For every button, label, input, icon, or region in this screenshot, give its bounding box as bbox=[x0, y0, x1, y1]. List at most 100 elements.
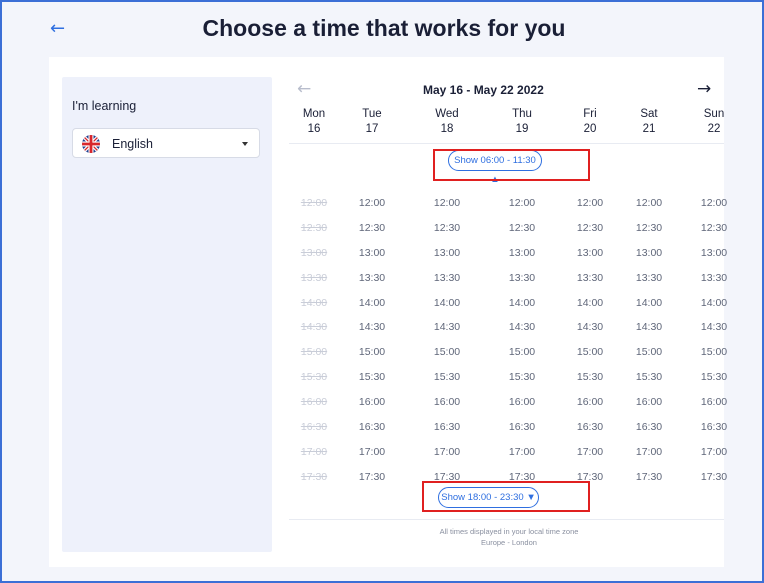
time-slot[interactable]: 17:00 bbox=[502, 440, 542, 465]
time-slot: 17:00 bbox=[300, 445, 328, 458]
time-slot[interactable]: 13:00 bbox=[427, 241, 467, 266]
time-slot[interactable]: 14:00 bbox=[502, 291, 542, 316]
time-slot[interactable]: 16:00 bbox=[694, 390, 734, 415]
day-column: 12:00 12:30 13:00 13:30 14:00 14:30 15:00 15:30… bbox=[352, 191, 392, 490]
chevron-down-icon bbox=[242, 142, 248, 146]
time-slot: 15:30 bbox=[300, 371, 328, 384]
time-slot[interactable]: 15:00 bbox=[352, 340, 392, 365]
time-slot[interactable]: 14:30 bbox=[502, 315, 542, 340]
time-slot[interactable]: 14:30 bbox=[427, 315, 467, 340]
time-slot[interactable]: 13:30 bbox=[570, 266, 610, 291]
previous-week-button[interactable]: ← bbox=[297, 79, 311, 99]
day-name: Wed bbox=[435, 108, 459, 120]
time-slot[interactable]: 15:30 bbox=[427, 365, 467, 390]
timezone-name: Europe - London bbox=[481, 538, 537, 547]
time-slot[interactable]: 16:30 bbox=[629, 415, 669, 440]
show-earlier-button[interactable]: Show 06:00 - 11:30 ▲ bbox=[448, 150, 542, 185]
time-slot[interactable]: 12:00 bbox=[352, 191, 392, 216]
time-slot[interactable]: 13:00 bbox=[352, 241, 392, 266]
time-slot[interactable]: 12:00 bbox=[694, 191, 734, 216]
time-slot[interactable]: 17:00 bbox=[570, 440, 610, 465]
learning-label: I'm learning bbox=[72, 99, 137, 113]
time-slot[interactable]: 15:00 bbox=[629, 340, 669, 365]
time-slot[interactable]: 17:00 bbox=[427, 440, 467, 465]
time-slot[interactable]: 12:30 bbox=[694, 216, 734, 241]
time-slot[interactable]: 16:30 bbox=[427, 415, 467, 440]
time-slot[interactable]: 12:30 bbox=[352, 216, 392, 241]
time-slot[interactable]: 14:00 bbox=[427, 291, 467, 316]
time-slot[interactable]: 13:30 bbox=[352, 266, 392, 291]
day-header: Tue 17 bbox=[352, 107, 392, 137]
time-slot[interactable]: 15:00 bbox=[502, 340, 542, 365]
time-slot[interactable]: 12:00 bbox=[427, 191, 467, 216]
time-slot[interactable]: 12:00 bbox=[570, 191, 610, 216]
time-slot: 16:00 bbox=[300, 396, 328, 409]
time-slot[interactable]: 15:00 bbox=[694, 340, 734, 365]
show-later-button[interactable]: Show 18:00 - 23:30 ▼ bbox=[438, 487, 539, 508]
time-slot[interactable]: 13:00 bbox=[629, 241, 669, 266]
time-slot[interactable]: 14:00 bbox=[570, 291, 610, 316]
time-slot[interactable]: 14:30 bbox=[629, 315, 669, 340]
time-slot[interactable]: 13:30 bbox=[502, 266, 542, 291]
sidebar: I'm learning English bbox=[62, 77, 272, 552]
time-slot[interactable]: 15:00 bbox=[427, 340, 467, 365]
time-slot[interactable]: 17:30 bbox=[502, 465, 542, 490]
time-slot[interactable]: 17:30 bbox=[629, 465, 669, 490]
day-date: 18 bbox=[440, 123, 454, 135]
time-slot[interactable]: 12:00 bbox=[629, 191, 669, 216]
time-slot[interactable]: 15:30 bbox=[352, 365, 392, 390]
time-slot[interactable]: 13:30 bbox=[694, 266, 734, 291]
time-slot[interactable]: 16:30 bbox=[570, 415, 610, 440]
day-column: 12:00 12:30 13:00 13:30 14:00 14:30 15:00 15:30… bbox=[570, 191, 610, 490]
page-title: Choose a time that works for you bbox=[202, 15, 566, 41]
time-slot[interactable]: 17:30 bbox=[427, 465, 467, 490]
time-slot[interactable]: 13:00 bbox=[694, 241, 734, 266]
day-name: Thu bbox=[512, 108, 532, 120]
time-slot[interactable]: 16:00 bbox=[502, 390, 542, 415]
language-value: English bbox=[112, 137, 153, 151]
time-slot[interactable]: 16:00 bbox=[427, 390, 467, 415]
language-select[interactable]: English bbox=[72, 128, 260, 158]
time-slot[interactable]: 13:30 bbox=[427, 266, 467, 291]
uk-flag-icon bbox=[82, 135, 100, 153]
time-slot[interactable]: 14:00 bbox=[694, 291, 734, 316]
time-slot[interactable]: 16:00 bbox=[352, 390, 392, 415]
time-slot[interactable]: 12:00 bbox=[502, 191, 542, 216]
time-slot[interactable]: 13:00 bbox=[570, 241, 610, 266]
time-slot: 14:30 bbox=[300, 321, 328, 334]
time-slot[interactable]: 12:30 bbox=[427, 216, 467, 241]
time-slot[interactable]: 17:30 bbox=[352, 465, 392, 490]
time-slot[interactable]: 17:30 bbox=[570, 465, 610, 490]
time-slot[interactable]: 17:30 bbox=[694, 465, 734, 490]
time-slot[interactable]: 14:00 bbox=[629, 291, 669, 316]
time-slot[interactable]: 14:30 bbox=[570, 315, 610, 340]
time-slot[interactable]: 14:30 bbox=[352, 315, 392, 340]
time-slot[interactable]: 17:00 bbox=[694, 440, 734, 465]
time-slot[interactable]: 16:00 bbox=[629, 390, 669, 415]
day-column: 12:00 12:30 13:00 13:30 14:00 14:30 15:00 15:30… bbox=[427, 191, 467, 490]
time-slot[interactable]: 16:30 bbox=[694, 415, 734, 440]
time-slot[interactable]: 15:30 bbox=[502, 365, 542, 390]
time-slot[interactable]: 14:00 bbox=[352, 291, 392, 316]
day-date: 21 bbox=[642, 123, 656, 135]
time-slot[interactable]: 13:30 bbox=[629, 266, 669, 291]
time-slot[interactable]: 15:30 bbox=[629, 365, 669, 390]
time-slot[interactable]: 12:30 bbox=[570, 216, 610, 241]
day-date: 19 bbox=[515, 123, 529, 135]
time-slot[interactable]: 15:30 bbox=[570, 365, 610, 390]
time-slot[interactable]: 15:00 bbox=[570, 340, 610, 365]
time-slot[interactable]: 15:30 bbox=[694, 365, 734, 390]
time-slot[interactable]: 14:30 bbox=[694, 315, 734, 340]
day-column: 12:00 12:30 13:00 13:30 14:00 14:30 15:00 15:30… bbox=[694, 191, 734, 490]
time-slot[interactable]: 13:00 bbox=[502, 241, 542, 266]
day-column: 12:00 12:30 13:00 13:30 14:00 14:30 15:00 15:30… bbox=[502, 191, 542, 490]
divider bbox=[289, 143, 724, 144]
time-slot[interactable]: 12:30 bbox=[629, 216, 669, 241]
time-slot[interactable]: 17:00 bbox=[352, 440, 392, 465]
time-slot[interactable]: 12:30 bbox=[502, 216, 542, 241]
next-week-button[interactable]: → bbox=[697, 79, 711, 99]
time-slot[interactable]: 16:30 bbox=[502, 415, 542, 440]
time-slot[interactable]: 16:30 bbox=[352, 415, 392, 440]
time-slot[interactable]: 16:00 bbox=[570, 390, 610, 415]
time-slot[interactable]: 17:00 bbox=[629, 440, 669, 465]
